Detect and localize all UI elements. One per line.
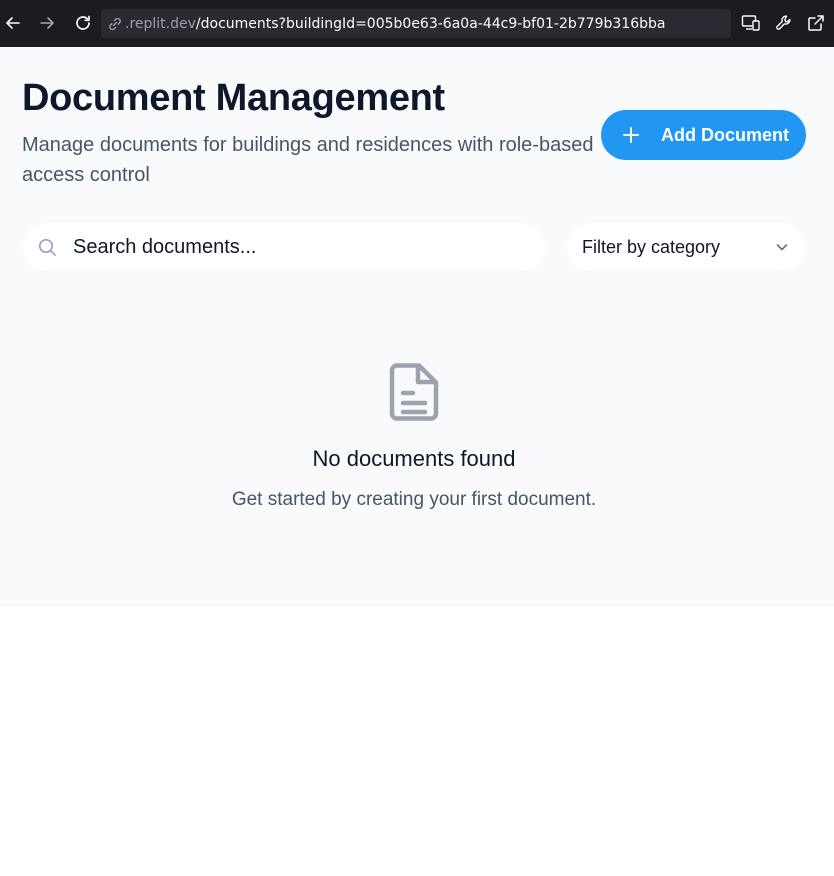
page-subtitle: Manage documents for buildings and resid… xyxy=(22,134,594,186)
search-input[interactable] xyxy=(73,235,513,259)
url-bar[interactable]: .replit.dev/documents?buildingId=005b0e6… xyxy=(101,9,731,38)
search-box[interactable] xyxy=(23,223,545,271)
wrench-icon xyxy=(776,15,791,30)
empty-state-message: Get started by creating your first docum… xyxy=(231,489,597,510)
add-document-label: Add Document xyxy=(661,124,789,145)
file-text-icon xyxy=(389,363,439,421)
page-title: Document Management xyxy=(22,77,445,119)
responsive-design-icon xyxy=(741,15,760,31)
category-filter-select[interactable]: Filter by category xyxy=(567,223,805,271)
page-content: Document Management Manage documents for… xyxy=(0,47,834,607)
search-icon xyxy=(37,237,57,257)
plus-icon xyxy=(621,125,641,145)
chevron-down-icon xyxy=(776,244,788,251)
arrow-right-icon xyxy=(40,17,54,29)
category-filter-value: Filter by category xyxy=(582,236,721,257)
arrow-left-icon xyxy=(6,17,20,29)
browser-toolbar: .replit.dev/documents?buildingId=005b0e6… xyxy=(0,0,834,47)
url-domain: .replit.dev xyxy=(125,15,196,32)
responsive-design-button[interactable] xyxy=(741,13,761,33)
reload-button[interactable] xyxy=(72,12,94,34)
empty-state-title: No documents found xyxy=(312,446,516,471)
add-document-button[interactable]: Add Document xyxy=(601,110,806,160)
url-path: /documents?buildingId=005b0e63-6a0a-44c9… xyxy=(195,15,666,32)
forward-button[interactable] xyxy=(36,12,58,34)
back-button[interactable] xyxy=(2,12,24,34)
tools-button[interactable] xyxy=(774,13,794,33)
link-icon xyxy=(109,17,121,30)
open-external-button[interactable] xyxy=(806,13,826,33)
external-link-icon xyxy=(808,15,824,31)
reload-icon xyxy=(76,15,90,30)
